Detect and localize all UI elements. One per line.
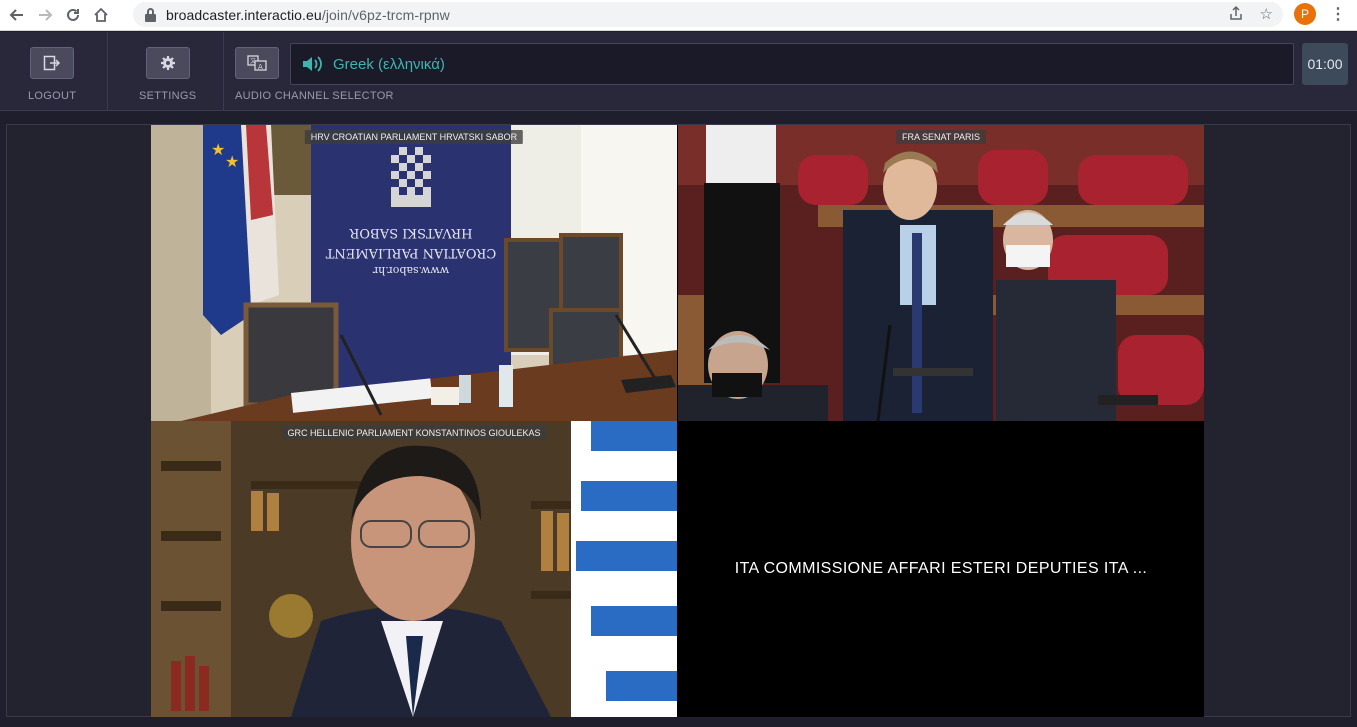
url-path: /join/v6pz-trcm-rpnw	[321, 6, 450, 23]
svg-text:文: 文	[250, 57, 256, 65]
reload-icon[interactable]	[62, 4, 84, 26]
speaker-icon	[303, 56, 322, 72]
tile-label: HRV CROATIAN PARLIAMENT HRVATSKI SABOR	[304, 130, 524, 144]
url-text: broadcaster.interactio.eu/join/v6pz-trcm…	[166, 7, 450, 23]
tile-label: FRA SENAT PARIS	[895, 130, 987, 144]
browser-chrome: broadcaster.interactio.eu/join/v6pz-trcm…	[0, 0, 1357, 31]
video-tile-italy[interactable]: ITA COMMISSIONE AFFARI ESTERI DEPUTIES I…	[678, 421, 1204, 717]
svg-text:★: ★	[225, 154, 239, 171]
greece-video-feed	[151, 421, 677, 717]
profile-avatar[interactable]: P	[1294, 3, 1316, 25]
toolbar-divider	[107, 32, 108, 111]
audio-channel-selector[interactable]: Greek (ελληνικά)	[290, 43, 1294, 85]
logout-button[interactable]	[30, 47, 75, 79]
france-video-feed	[678, 125, 1204, 421]
video-tile-croatia[interactable]: ★ ★ HRVATSKI SABOR CROATIAN PARLIAMENT w…	[151, 125, 677, 421]
forward-icon[interactable]	[34, 4, 56, 26]
home-icon[interactable]	[90, 4, 112, 26]
app-toolbar: LOGOUT SETTINGS A文 AUDIO CHANNEL SELECTO…	[0, 32, 1357, 111]
svg-text:A: A	[258, 63, 263, 71]
logout-control: LOGOUT	[28, 32, 76, 111]
participant-name: ITA COMMISSIONE AFFARI ESTERI DEPUTIES I…	[734, 560, 1148, 577]
back-icon[interactable]	[6, 4, 28, 26]
selected-channel: Greek (ελληνικά)	[333, 55, 445, 73]
logout-icon	[43, 55, 61, 71]
video-grid: ★ ★ HRVATSKI SABOR CROATIAN PARLIAMENT w…	[151, 125, 1204, 717]
translate-icon: A文	[247, 55, 267, 71]
banner-line: CROATIAN PARLIAMENT	[325, 245, 496, 260]
banner-line: www.sabor.hr	[372, 264, 449, 277]
video-tile-greece[interactable]: GRC HELLENIC PARLIAMENT KONSTANTINOS GIO…	[151, 421, 677, 717]
settings-label: SETTINGS	[139, 90, 197, 102]
audio-channel-label: AUDIO CHANNEL SELECTOR	[235, 90, 394, 102]
croatia-video-feed: ★ ★ HRVATSKI SABOR CROATIAN PARLIAMENT w…	[151, 125, 677, 421]
share-icon[interactable]	[1228, 5, 1244, 25]
audio-channel-button[interactable]: A文	[235, 47, 279, 79]
bookmark-star-icon[interactable]: ☆	[1260, 5, 1273, 25]
address-bar[interactable]: broadcaster.interactio.eu/join/v6pz-trcm…	[133, 2, 1283, 27]
lock-icon	[145, 7, 156, 22]
url-host: broadcaster.interactio.eu	[166, 6, 322, 23]
banner-line: HRVATSKI SABOR	[348, 225, 472, 240]
tile-label: GRC HELLENIC PARLIAMENT KONSTANTINOS GIO…	[281, 426, 547, 440]
svg-text:★: ★	[211, 142, 225, 159]
video-tile-france[interactable]: FRA SENAT PARIS	[678, 125, 1204, 421]
logout-label: LOGOUT	[28, 90, 77, 102]
session-timer: 01:00	[1302, 43, 1348, 85]
settings-button[interactable]	[145, 47, 190, 79]
browser-menu-icon[interactable]: ⋮	[1330, 4, 1346, 24]
toolbar-divider	[223, 32, 224, 111]
settings-control: SETTINGS	[139, 32, 196, 111]
gear-icon	[160, 56, 175, 70]
